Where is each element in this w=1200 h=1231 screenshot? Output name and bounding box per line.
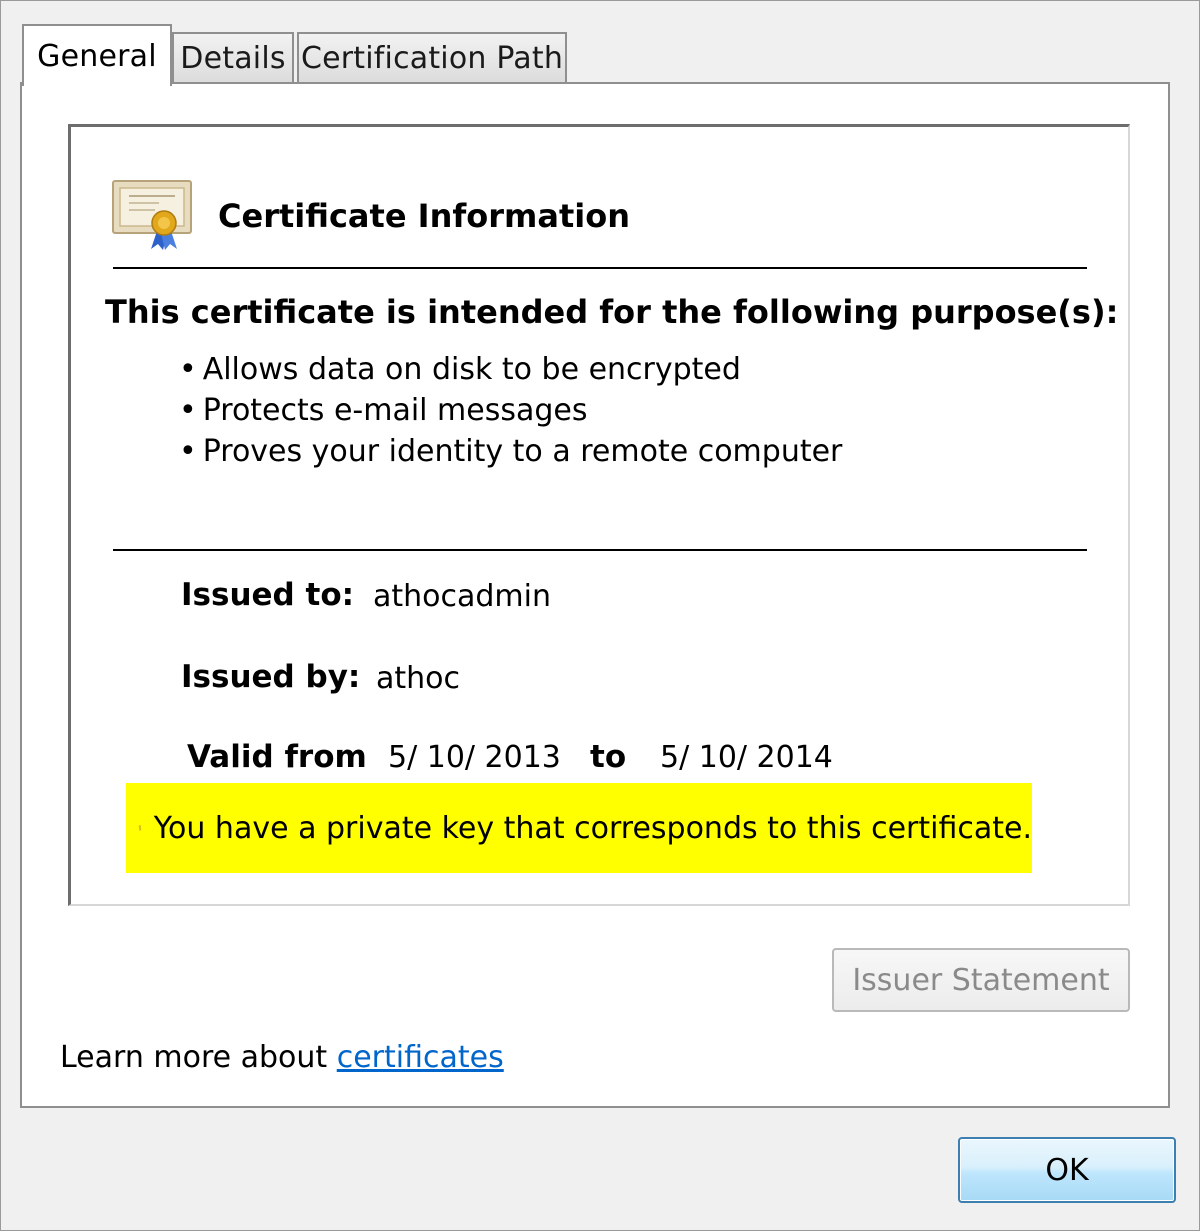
ok-button[interactable]: OK — [958, 1137, 1176, 1203]
certificates-link[interactable]: certificates — [337, 1040, 504, 1075]
valid-to-value: 5/ 10/ 2014 — [660, 740, 833, 775]
issuer-statement-button[interactable]: Issuer Statement — [832, 948, 1130, 1012]
certificate-title: Certificate Information — [218, 197, 630, 235]
valid-from-value: 5/ 10/ 2013 — [388, 740, 561, 775]
issued-by-value: athoc — [376, 661, 461, 696]
valid-to-label: to — [590, 739, 627, 775]
general-tab-panel: Certificate Information This certificate… — [20, 82, 1170, 1108]
learn-more-text: Learn more about certificates — [60, 1040, 504, 1075]
purpose-heading: This certificate is intended for the fol… — [105, 293, 1119, 331]
issued-by-label: Issued by: — [181, 659, 361, 695]
issued-to-label: Issued to: — [181, 577, 355, 613]
tab-certification-path[interactable]: Certification Path — [297, 32, 567, 82]
private-key-note: You have a private key that corresponds … — [126, 783, 1032, 873]
issued-to-value: athocadmin — [373, 579, 552, 614]
tab-general[interactable]: General — [22, 24, 172, 86]
certificate-icon — [112, 180, 192, 250]
tab-details[interactable]: Details — [172, 32, 294, 82]
certificate-info-box: Certificate Information This certificate… — [68, 124, 1130, 906]
private-key-text: You have a private key that corresponds … — [153, 810, 1032, 846]
purpose-item: Allows data on disk to be encrypted — [179, 349, 842, 390]
purpose-item: Protects e-mail messages — [179, 390, 842, 431]
divider — [113, 549, 1087, 551]
purpose-item: Proves your identity to a remote compute… — [179, 431, 843, 472]
valid-from-label: Valid from — [187, 739, 367, 775]
purpose-list: Allows data on disk to be encrypted Prot… — [179, 349, 843, 472]
key-icon — [138, 825, 142, 831]
divider — [113, 267, 1087, 269]
learn-more-label: Learn more about — [60, 1040, 337, 1075]
